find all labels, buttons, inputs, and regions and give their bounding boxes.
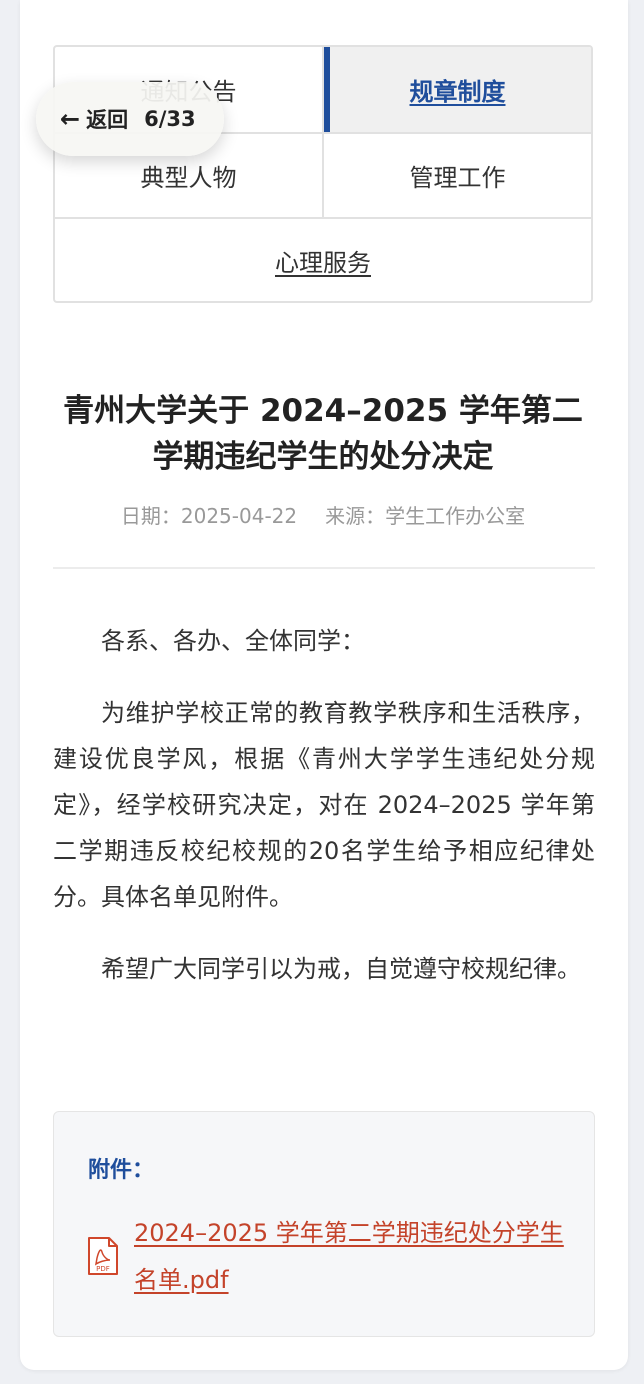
article-source: 来源：学生工作办公室 [325, 504, 526, 528]
nav-item-psychological-service[interactable]: 心理服务 [55, 219, 591, 301]
pdf-icon: PDF [88, 1237, 118, 1275]
divider [53, 567, 595, 569]
arrow-left-icon: ← [60, 105, 81, 133]
back-label: 返回 [86, 108, 129, 132]
nav-item-label: 规章制度 [409, 78, 506, 106]
back-button[interactable]: ← 返回 6/33 [36, 82, 224, 156]
page-counter: 6/33 [144, 107, 196, 131]
nav-item-label: 典型人物 [140, 164, 237, 192]
article-paragraph: 为维护学校正常的教育教学秩序和生活秩序，建设优良学风，根据《青州大学学生违纪处分… [53, 699, 595, 911]
pdf-icon-text: PDF [96, 1265, 110, 1273]
attachment-link[interactable]: 2024–2025 学年第二学期违纪处分学生名单.pdf [134, 1210, 564, 1304]
nav-item-regulations[interactable]: 规章制度 [324, 47, 591, 134]
article-date: 日期：2025-04-22 [120, 504, 298, 528]
attachment-label: 附件： [88, 1158, 155, 1183]
article-paragraph: 各系、各办、全体同学： [101, 627, 365, 655]
nav-item-label: 心理服务 [275, 248, 371, 277]
article-meta: 日期：2025-04-22 来源：学生工作办公室 [53, 500, 593, 529]
article-body: 各系、各办、全体同学： 为维护学校正常的教育教学秩序和生活秩序，建设优良学风，根… [53, 618, 595, 1018]
nav-item-label: 管理工作 [409, 164, 506, 192]
article-paragraph: 希望广大同学引以为戒，自觉遵守校规纪律。 [101, 955, 581, 983]
attachment-box: 附件： PDF 2024–2025 学年第二学期违纪处分学生名单.pdf [53, 1111, 595, 1337]
article-title: 青州大学关于 2024–2025 学年第二学期违纪学生的处分决定 [63, 393, 583, 475]
nav-item-management[interactable]: 管理工作 [324, 134, 591, 219]
